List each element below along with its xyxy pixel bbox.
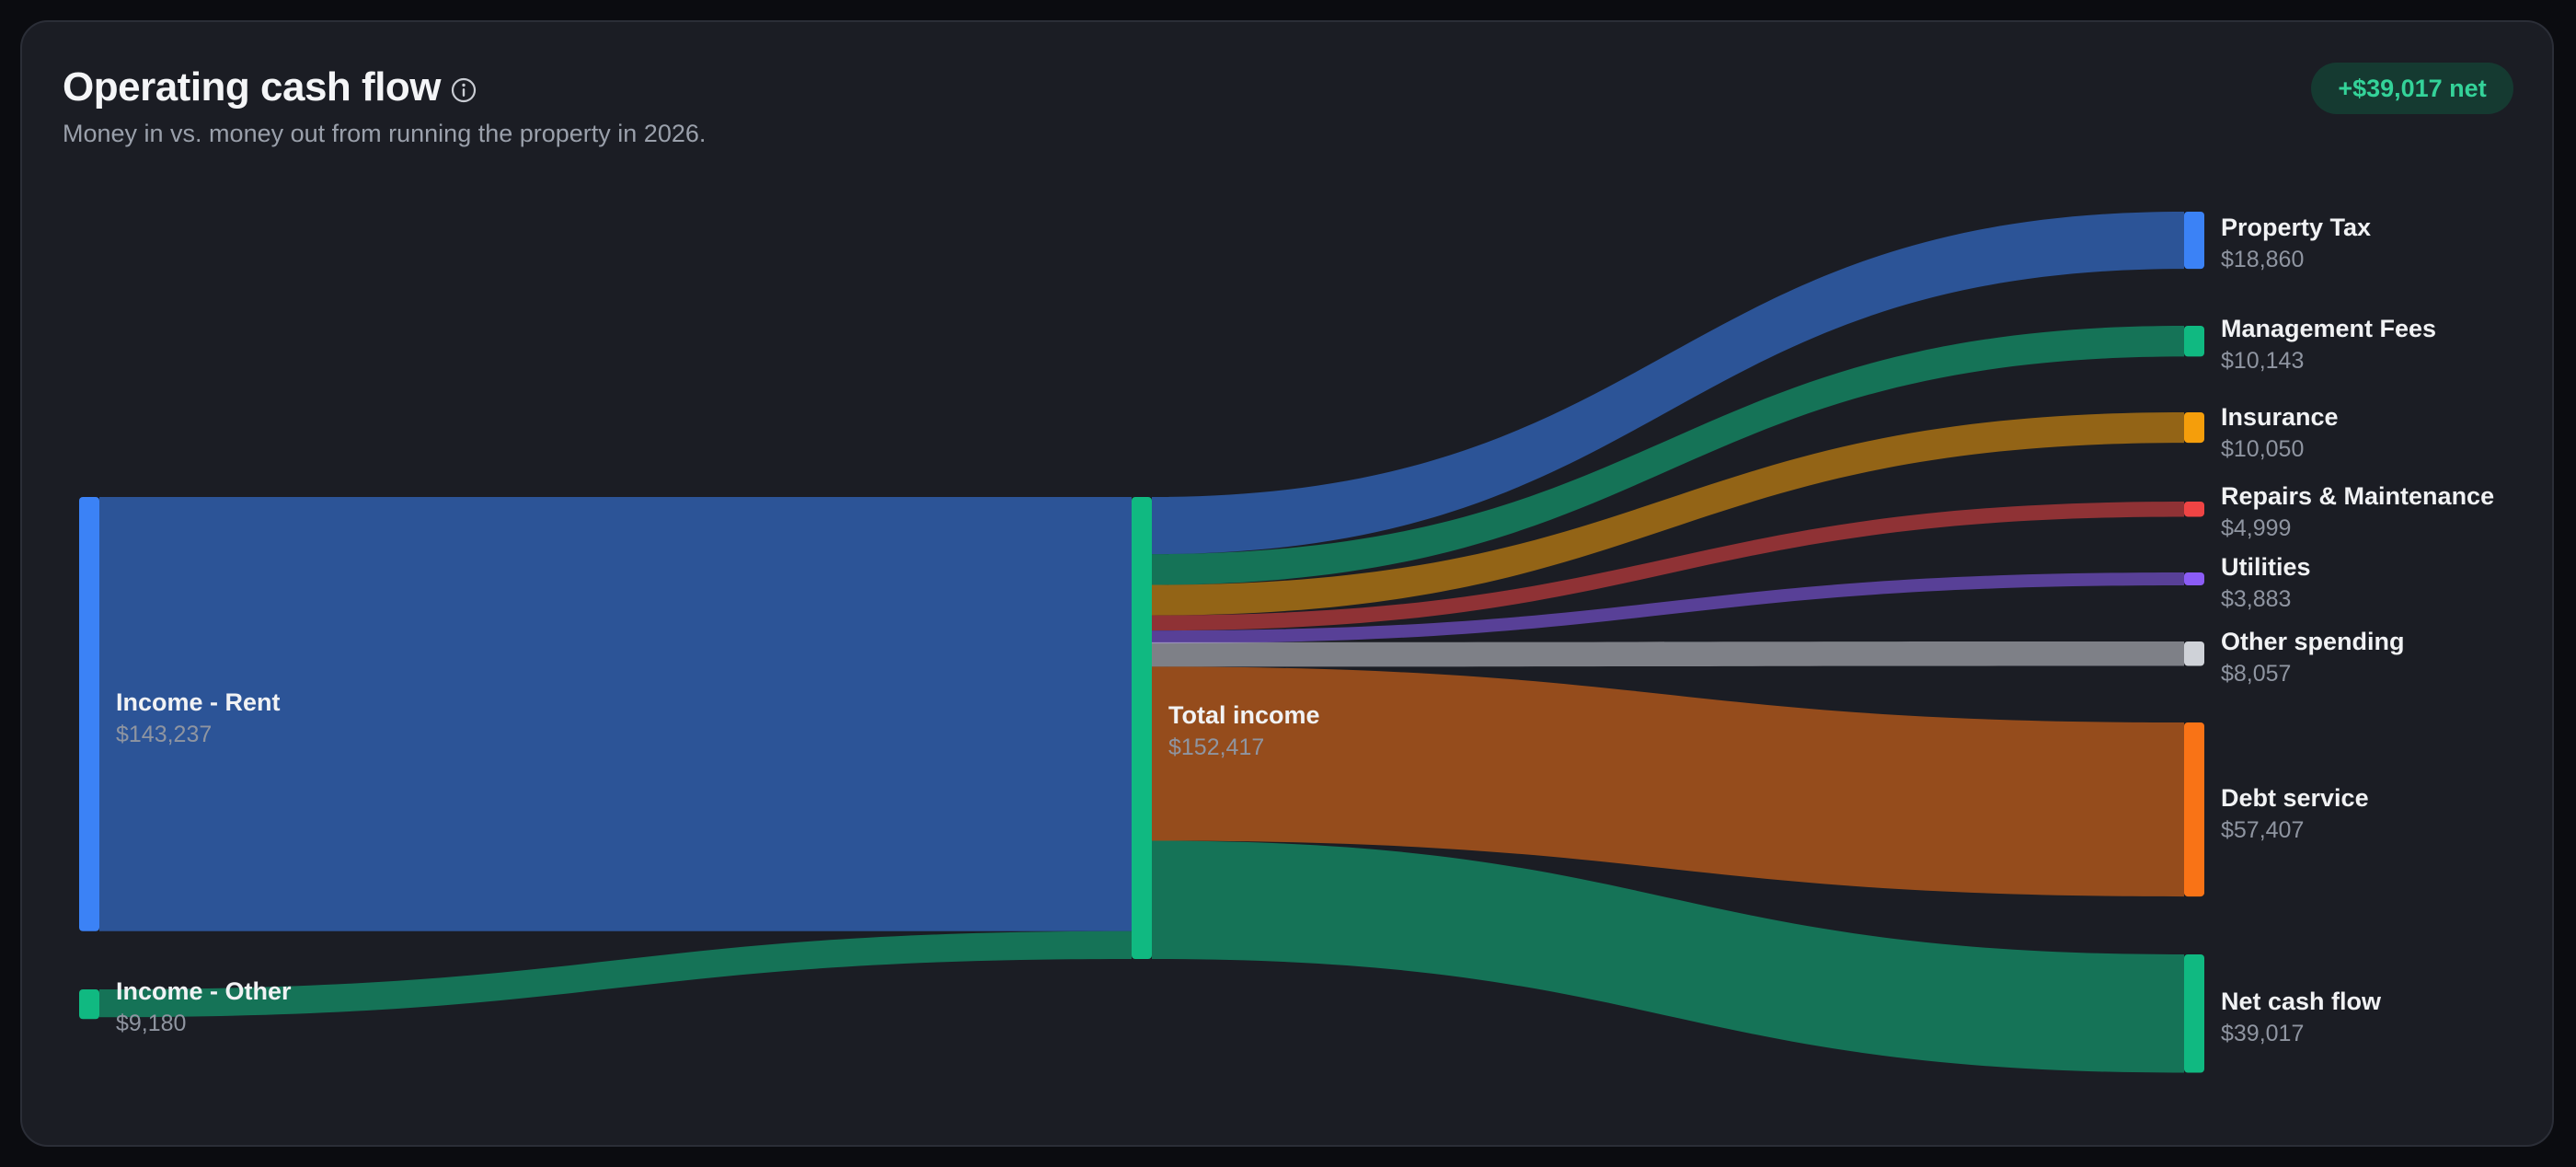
node-debt_service-label: Debt service <box>2221 784 2369 812</box>
node-net_cash_flow-label: Net cash flow <box>2221 988 2382 1015</box>
node-other_spending <box>2184 641 2204 666</box>
node-property_tax-value: $18,860 <box>2221 247 2304 272</box>
node-net_cash_flow <box>2184 954 2204 1073</box>
node-debt_service <box>2184 722 2204 897</box>
node-repairs-value: $4,999 <box>2221 515 2291 541</box>
node-insurance-value: $10,050 <box>2221 436 2304 462</box>
node-repairs-label: Repairs & Maintenance <box>2221 482 2494 510</box>
node-property_tax <box>2184 212 2204 270</box>
node-insurance <box>2184 412 2204 444</box>
link-total-other_spending <box>1152 641 2184 667</box>
node-utilities-value: $3,883 <box>2221 586 2291 612</box>
node-property_tax-label: Property Tax <box>2221 214 2371 241</box>
node-rent-label: Income - Rent <box>116 688 281 716</box>
node-other_spending-label: Other spending <box>2221 628 2405 655</box>
node-management_fees <box>2184 326 2204 357</box>
node-rent-value: $143,237 <box>116 722 212 747</box>
node-management_fees-value: $10,143 <box>2221 348 2304 374</box>
node-rent <box>79 497 99 931</box>
node-management_fees-label: Management Fees <box>2221 315 2436 342</box>
sankey-chart: Income - Rent $143,237 Income - Other $9,18… <box>79 212 2494 1073</box>
node-debt_service-value: $57,407 <box>2221 817 2304 843</box>
node-utilities <box>2184 572 2204 585</box>
node-net_cash_flow-value: $39,017 <box>2221 1021 2304 1046</box>
node-total-value: $152,417 <box>1168 734 1264 760</box>
node-other_income-value: $9,180 <box>116 1011 186 1036</box>
node-other_income <box>79 989 99 1020</box>
node-utilities-label: Utilities <box>2221 553 2311 581</box>
node-total-label: Total income <box>1168 701 1320 729</box>
node-insurance-label: Insurance <box>2221 403 2339 431</box>
node-total <box>1132 497 1152 959</box>
node-other_income-label: Income - Other <box>116 977 292 1005</box>
node-repairs <box>2184 502 2204 517</box>
node-other_spending-value: $8,057 <box>2221 661 2291 687</box>
